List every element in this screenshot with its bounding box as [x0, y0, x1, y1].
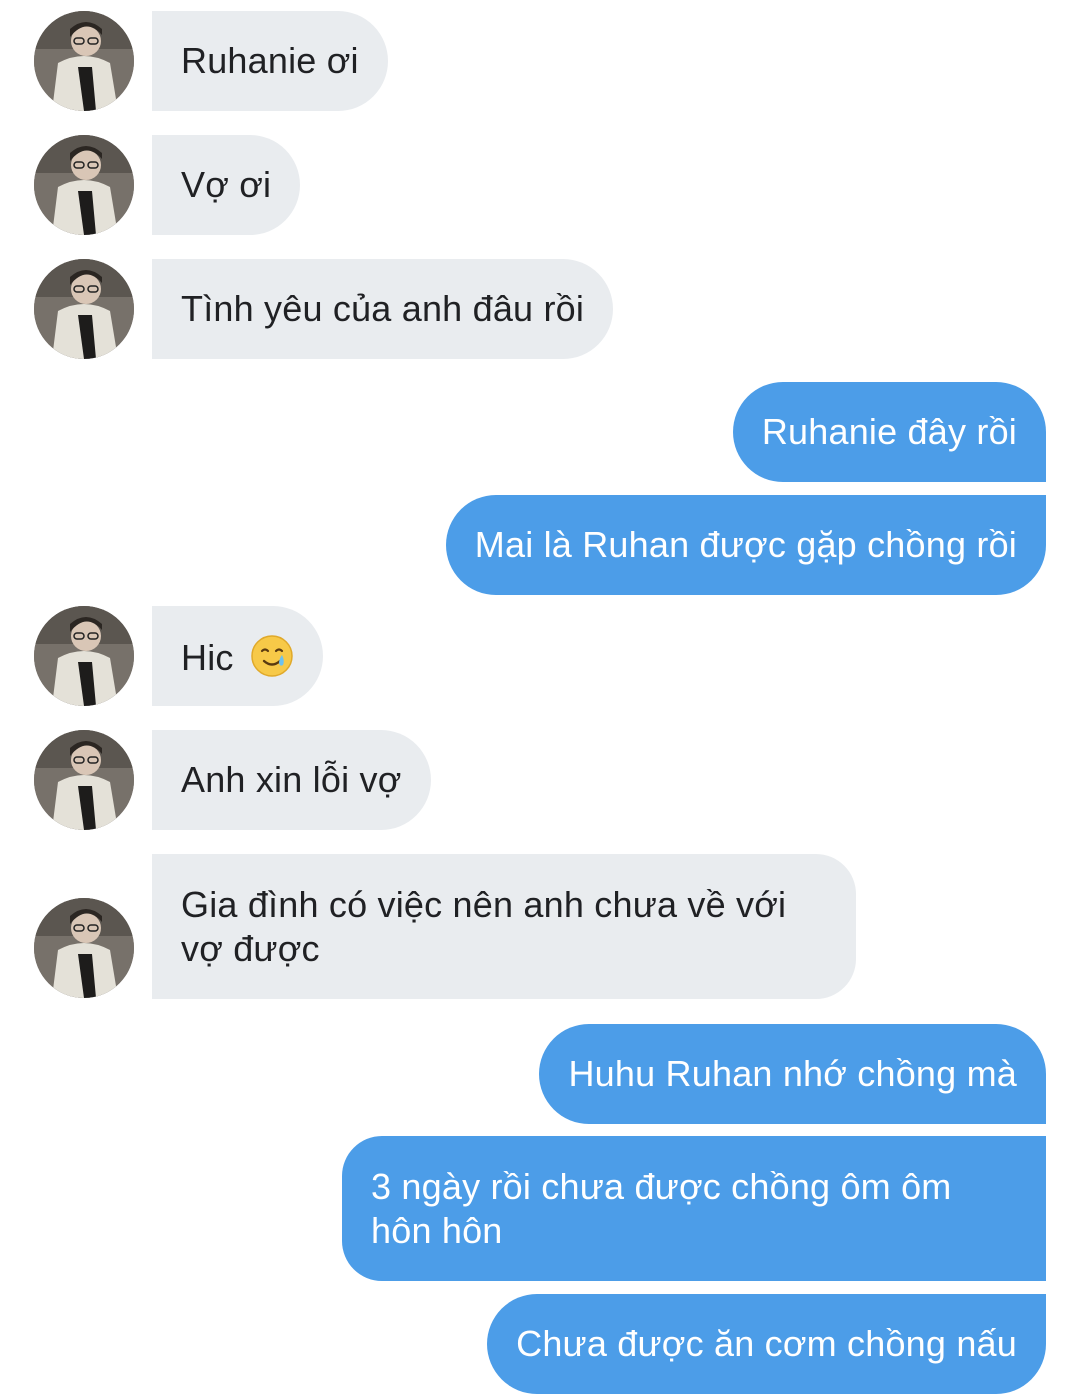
- outgoing-message-bubble[interactable]: Mai là Ruhan được gặp chồng rồi: [445, 495, 1046, 595]
- outgoing-message-bubble[interactable]: Ruhanie đây rồi: [732, 382, 1046, 482]
- incoming-message-bubble[interactable]: Vợ ơi: [152, 135, 301, 235]
- contact-avatar[interactable]: [34, 898, 134, 998]
- incoming-message-bubble[interactable]: Ruhanie ơi: [152, 11, 388, 111]
- smiling-face-with-tear-icon: [250, 634, 294, 678]
- incoming-message-bubble[interactable]: Anh xin lỗi vợ: [152, 730, 431, 830]
- outgoing-message-bubble[interactable]: Huhu Ruhan nhớ chồng mà: [539, 1024, 1046, 1124]
- outgoing-message-bubble[interactable]: 3 ngày rồi chưa được chồng ôm ôm hôn hôn: [342, 1136, 1046, 1281]
- incoming-message-bubble[interactable]: Hic: [152, 606, 323, 706]
- contact-avatar[interactable]: [34, 259, 134, 359]
- message-text: Hic: [181, 637, 234, 678]
- outgoing-message-bubble[interactable]: Chưa được ăn cơm chồng nấu: [487, 1294, 1046, 1394]
- chat-thread[interactable]: Ruhanie ơi Vợ ơi Tình yêu của anh đâu rồ…: [0, 0, 1076, 1400]
- incoming-message-bubble[interactable]: Tình yêu của anh đâu rồi: [152, 259, 614, 359]
- contact-avatar[interactable]: [34, 11, 134, 111]
- contact-avatar[interactable]: [34, 135, 134, 235]
- incoming-message-bubble[interactable]: Gia đình có việc nên anh chưa về với vợ …: [152, 854, 856, 999]
- contact-avatar[interactable]: [34, 730, 134, 830]
- contact-avatar[interactable]: [34, 606, 134, 706]
